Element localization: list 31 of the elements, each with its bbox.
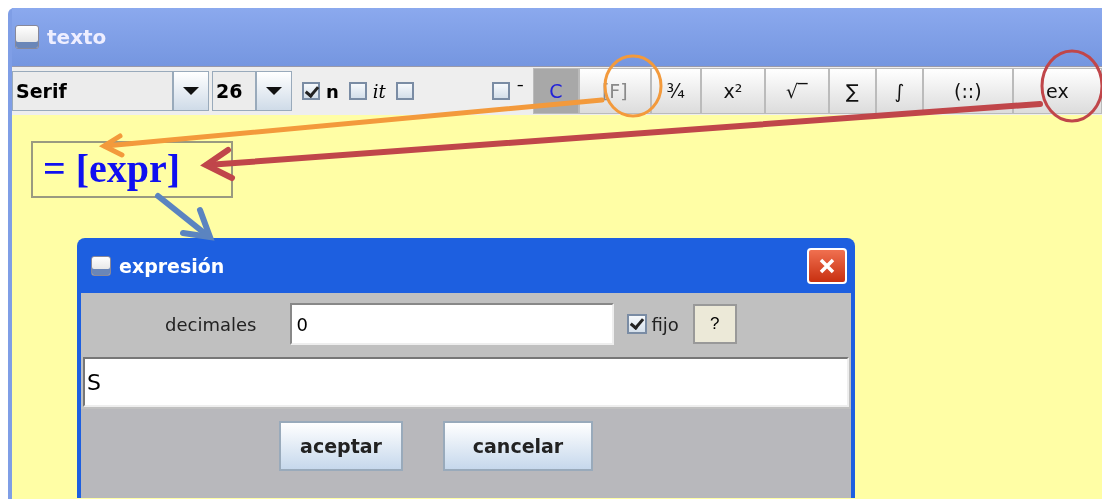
- highlight-circle: [603, 54, 663, 118]
- fixed-checkbox[interactable]: [627, 314, 648, 334]
- caret-icon: [183, 87, 199, 95]
- checkbox-label: it: [372, 80, 386, 102]
- toolbar-button[interactable]: ∑: [828, 68, 876, 114]
- toolbar-button[interactable]: x²: [700, 68, 765, 114]
- decimals-label: decimales: [165, 313, 257, 335]
- dropdown-button[interactable]: [173, 71, 209, 111]
- checkbox-label: n: [326, 80, 339, 102]
- size-combo[interactable]: 26: [212, 71, 256, 111]
- checkbox[interactable]: [395, 82, 414, 100]
- toolbar-button[interactable]: √‾: [764, 68, 829, 114]
- checkbox[interactable]: [348, 82, 367, 100]
- checkbox[interactable]: [302, 82, 320, 100]
- formula-box[interactable]: = [expr]: [31, 141, 233, 198]
- dialog-title: expresión: [119, 254, 225, 277]
- caret-icon: [266, 87, 282, 95]
- close-button[interactable]: [807, 247, 847, 284]
- help-button[interactable]: ?: [692, 304, 737, 344]
- expression-field[interactable]: S: [83, 357, 849, 407]
- toolbar-button[interactable]: ∫: [875, 68, 923, 114]
- dialog-button[interactable]: cancelar: [443, 421, 593, 471]
- window-title: texto: [47, 25, 107, 49]
- font-combo[interactable]: Serif: [12, 71, 173, 111]
- checkbox[interactable]: [491, 82, 510, 100]
- fixed-label: fijo: [651, 313, 679, 335]
- checkbox-label: ¯: [515, 80, 525, 102]
- toolbar-button[interactable]: ¾: [650, 68, 701, 114]
- decimals-field[interactable]: 0: [290, 303, 615, 345]
- dialog-button[interactable]: aceptar: [279, 421, 403, 471]
- dropdown-button[interactable]: [256, 71, 292, 111]
